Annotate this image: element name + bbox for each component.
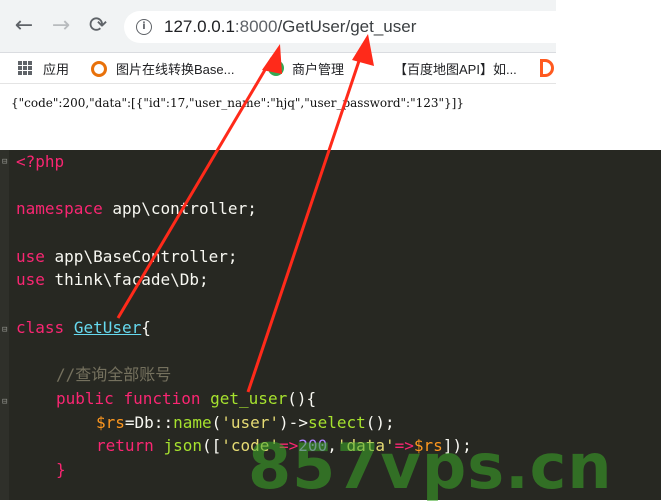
annotation-arrowhead-class	[262, 44, 282, 74]
annotation-arrow-function	[246, 51, 364, 393]
annotation-arrows	[116, 34, 374, 393]
annotation-arrow-class	[116, 57, 274, 319]
annotation-arrowhead-function	[352, 34, 374, 66]
watermark-text: 857vps.cn	[248, 430, 613, 503]
